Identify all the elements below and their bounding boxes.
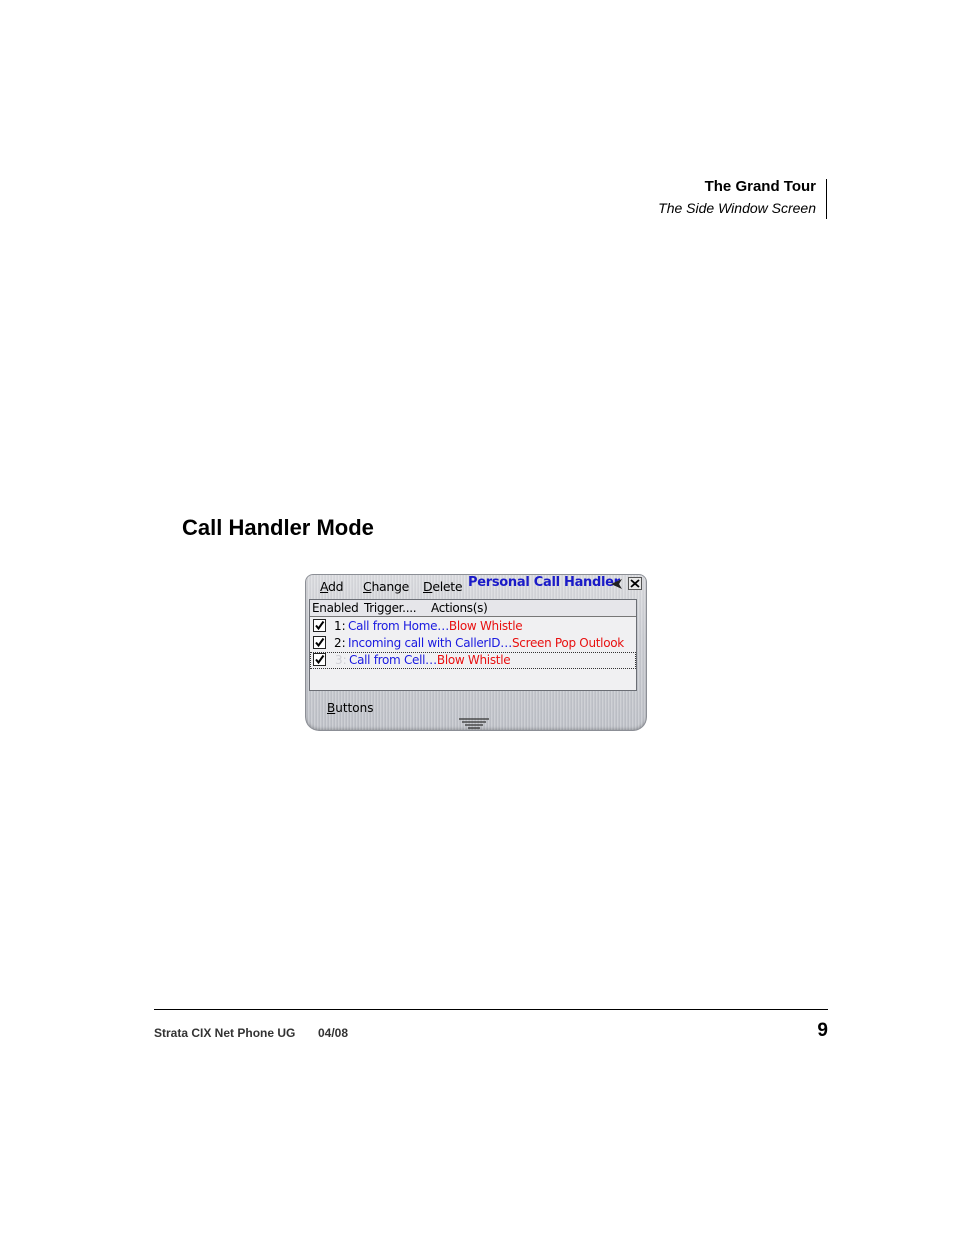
row-trigger: Incoming call with CallerID… <box>348 636 512 650</box>
row-text: Incoming call with CallerID…Screen Pop O… <box>348 636 624 650</box>
running-header-subtitle: The Side Window Screen <box>658 200 816 216</box>
footer-rule <box>154 1009 828 1010</box>
add-label-rest: dd <box>328 579 344 594</box>
row-trigger: Call from Home… <box>348 619 449 633</box>
footer-date: 04/08 <box>318 1026 349 1040</box>
running-header-title: The Grand Tour <box>704 178 816 195</box>
handler-row-selected[interactable]: 3: Call from Cell…Blow Whistle <box>310 652 636 669</box>
change-label-rest: hange <box>371 579 410 594</box>
row-text: Call from Home…Blow Whistle <box>348 619 523 633</box>
buttons-accelerator: B <box>327 701 336 715</box>
left-arrow-icon[interactable] <box>611 579 623 589</box>
footer-doc-title: Strata CIX Net Phone UG <box>154 1026 296 1040</box>
row-number: 1: <box>334 619 346 633</box>
column-trigger[interactable]: Trigger.... <box>364 601 417 615</box>
enabled-checkbox[interactable] <box>313 636 326 649</box>
delete-menu-item[interactable]: Delete <box>423 579 463 594</box>
row-number: 2: <box>334 636 346 650</box>
column-actions[interactable]: Actions(s) <box>431 601 488 615</box>
header-rule <box>826 179 827 219</box>
delete-accelerator: D <box>423 579 433 594</box>
call-handler-widget: Add Change Delete Personal Call Handler … <box>305 574 647 731</box>
section-title: Call Handler Mode <box>182 515 374 540</box>
add-accelerator: A <box>320 579 329 594</box>
handler-row[interactable]: 1: Call from Home…Blow Whistle <box>310 618 636 635</box>
delete-label-rest: elete <box>432 579 463 594</box>
handler-list[interactable]: Enabled Trigger.... Actions(s) 1: Call f… <box>309 599 637 691</box>
change-menu-item[interactable]: Change <box>363 579 409 594</box>
enabled-checkbox[interactable] <box>313 619 326 632</box>
add-menu-item[interactable]: Add <box>320 579 344 594</box>
row-trigger: Call from Cell… <box>349 653 437 667</box>
enabled-checkbox[interactable] <box>313 653 326 666</box>
buttons-label-rest: uttons <box>335 701 374 715</box>
row-text: Call from Cell…Blow Whistle <box>349 653 511 667</box>
close-icon[interactable] <box>628 577 642 590</box>
row-action: Blow Whistle <box>448 619 523 633</box>
buttons-toggle[interactable]: Buttons <box>327 701 373 715</box>
page-number: 9 <box>817 1020 828 1041</box>
list-header: Enabled Trigger.... Actions(s) <box>310 600 636 617</box>
row-number: 3: <box>335 653 347 667</box>
handler-row[interactable]: 2: Incoming call with CallerID…Screen Po… <box>310 635 636 652</box>
row-action: Screen Pop Outlook <box>511 636 624 650</box>
row-action: Blow Whistle <box>436 653 511 667</box>
drag-grip-icon[interactable] <box>459 717 489 729</box>
column-enabled[interactable]: Enabled <box>312 601 359 615</box>
widget-title: Personal Call Handler <box>468 575 620 590</box>
